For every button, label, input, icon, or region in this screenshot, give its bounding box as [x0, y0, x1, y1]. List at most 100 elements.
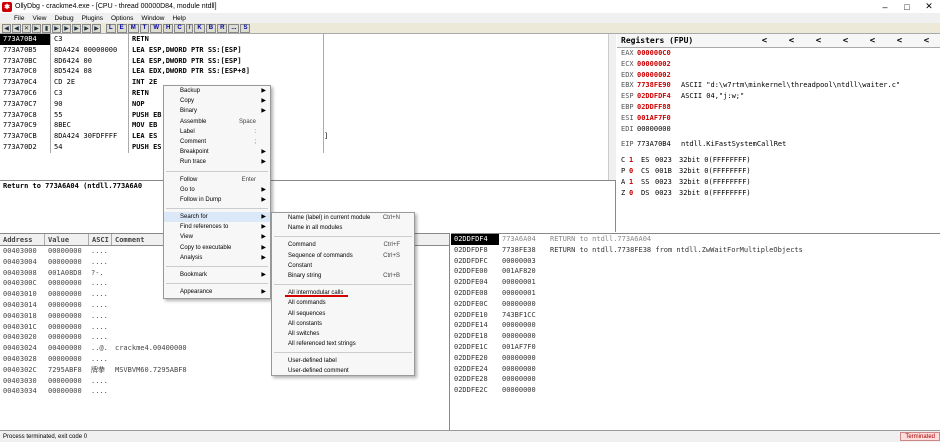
- menu-window[interactable]: Window: [137, 15, 168, 22]
- disasm-row[interactable]: 773A70C0 8D5424 08 LEA EDX,DWORD PTR SS:[E…: [0, 66, 615, 78]
- context-menu-item[interactable]: Breakpoint ▶: [164, 147, 270, 157]
- close-button[interactable]: ✕: [918, 1, 940, 13]
- dump-column-header[interactable]: Address: [0, 234, 45, 245]
- register-scroll-arrow[interactable]: <: [886, 36, 913, 46]
- toolbar-window-button[interactable]: L: [106, 23, 116, 33]
- register-row[interactable]: EBX 7738FE90 ASCII "d:\w7rtm\minkernel\thr…: [617, 80, 940, 91]
- flag-row[interactable]: Z 0 DS 0023 32bit 0(FFFFFFFF): [617, 188, 940, 199]
- register-scroll-arrow[interactable]: <: [913, 36, 940, 46]
- toolbar-button[interactable]: ▶: [62, 23, 71, 33]
- toolbar-window-button[interactable]: /: [185, 23, 194, 33]
- toolbar-button[interactable]: ▶: [32, 23, 41, 33]
- context-menu-item[interactable]: Comment;: [164, 137, 270, 147]
- toolbar-window-button[interactable]: C: [174, 23, 185, 33]
- disasm-row[interactable]: 773A70B5 8DA424 00000000 LEA ESP,DWORD PTR…: [0, 44, 615, 56]
- context-menu-item[interactable]: Analysis ▶: [164, 253, 270, 263]
- submenu-item[interactable]: Constant: [272, 261, 414, 271]
- context-menu-item[interactable]: Bookmark ▶: [164, 270, 270, 280]
- register-scroll-arrow[interactable]: <: [832, 36, 859, 46]
- stack-row[interactable]: 02DDFE20 00000000: [451, 353, 940, 364]
- context-menu-item[interactable]: Go to ▶: [164, 185, 270, 195]
- registers-pane[interactable]: Registers (FPU) < < < < < < < EAX 000000C0 ECX 00…: [617, 34, 940, 232]
- stack-row[interactable]: 02DDFE14 00000000: [451, 320, 940, 331]
- toolbar-button[interactable]: ▶: [52, 23, 61, 33]
- register-scroll-arrow[interactable]: <: [778, 36, 805, 46]
- submenu-item[interactable]: Sequence of commands Ctrl+S: [272, 251, 414, 261]
- toolbar-window-button[interactable]: ...: [228, 23, 240, 33]
- stack-row[interactable]: 02DDFE10 743BF1CC: [451, 310, 940, 321]
- submenu-item[interactable]: All switches: [272, 329, 414, 339]
- toolbar-button[interactable]: ◀: [2, 23, 11, 33]
- context-menu-item[interactable]: Run trace ▶: [164, 157, 270, 167]
- submenu-item[interactable]: All sequences: [272, 309, 414, 319]
- disassembly-pane[interactable]: 773A70B4 C3 RETN 773A70B5 8DA424 00000000 LEA…: [0, 34, 616, 180]
- register-row[interactable]: EDI 00000000: [617, 124, 940, 135]
- register-row[interactable]: EIP 773A70B4 ntdll.KiFastSystemCallRet: [617, 139, 940, 150]
- submenu-item[interactable]: Name in all modules: [272, 223, 414, 233]
- context-menu-item[interactable]: Backup ▶: [164, 86, 270, 96]
- flag-row[interactable]: P 0 CS 001B 32bit 0(FFFFFFFF): [617, 166, 940, 177]
- submenu-item[interactable]: All commands: [272, 298, 414, 308]
- stack-row[interactable]: 02DDFE24 00000000: [451, 364, 940, 375]
- submenu-item[interactable]: Command Ctrl+F: [272, 240, 414, 250]
- toolbar-window-button[interactable]: R: [217, 23, 228, 33]
- submenu-item[interactable]: All referenced text strings: [272, 339, 414, 349]
- toolbar-window-button[interactable]: W: [150, 23, 163, 33]
- flag-row[interactable]: C 1 ES 0023 32bit 0(FFFFFFFF): [617, 155, 940, 166]
- context-menu-item[interactable]: View ▶: [164, 232, 270, 242]
- context-menu-item[interactable]: Copy to executable ▶: [164, 243, 270, 253]
- register-scroll-arrow[interactable]: <: [751, 36, 778, 46]
- toolbar-window-button[interactable]: M: [127, 23, 139, 33]
- toolbar-button[interactable]: ▮: [42, 23, 51, 33]
- disasm-row[interactable]: 773A70C7 90 NOP: [0, 98, 615, 110]
- flag-row[interactable]: A 1 SS 0023 32bit 0(FFFFFFFF): [617, 177, 940, 188]
- toolbar-window-button[interactable]: E: [116, 23, 127, 33]
- context-menu-item[interactable]: Assemble Space: [164, 117, 270, 127]
- context-menu-item[interactable]: Follow in Dump ▶: [164, 195, 270, 205]
- disasm-row[interactable]: 773A70C8 55 PUSH EB: [0, 109, 615, 121]
- toolbar-window-button[interactable]: S: [240, 23, 251, 33]
- dump-column-header[interactable]: ASCI: [89, 234, 112, 245]
- submenu-item[interactable]: User-defined label: [272, 356, 414, 366]
- stack-row[interactable]: 02DDFE2C 00000000: [451, 385, 940, 396]
- stack-row[interactable]: 02DDFDF8 7738FE38 RETURN to ntdll.7738FE38…: [451, 245, 940, 256]
- disasm-row[interactable]: 773A70C9 8BEC MOV EB: [0, 120, 615, 132]
- context-menu-item[interactable]: Follow Enter: [164, 175, 270, 185]
- disasm-row[interactable]: 773A70D2 54 PUSH ES: [0, 141, 615, 153]
- stack-row[interactable]: 02DDFE08 00000001: [451, 288, 940, 299]
- register-row[interactable]: EAX 000000C0: [617, 48, 940, 59]
- disasm-row[interactable]: 773A70BC 8D6424 00 LEA ESP,DWORD PTR SS:[E…: [0, 55, 615, 67]
- register-scroll-arrow[interactable]: <: [859, 36, 886, 46]
- context-menu-item[interactable]: Binary ▶: [164, 106, 270, 116]
- stack-row[interactable]: 02DDFDFC 00000003: [451, 256, 940, 267]
- menu-help[interactable]: Help: [168, 15, 189, 22]
- menu-options[interactable]: Options: [107, 15, 137, 22]
- stack-row[interactable]: 02DDFE18 00000000: [451, 331, 940, 342]
- toolbar-button[interactable]: ▶: [72, 23, 81, 33]
- context-menu-item[interactable]: Find references to ▶: [164, 222, 270, 232]
- submenu-item[interactable]: Binary string Ctrl+B: [272, 271, 414, 281]
- toolbar-window-button[interactable]: T: [139, 23, 150, 33]
- menu-file[interactable]: File: [0, 15, 28, 22]
- dump-row[interactable]: 00403030 00000000....: [0, 376, 449, 387]
- register-row[interactable]: ESP 02DDFDF4 ASCII 04,"j:w;": [617, 91, 940, 102]
- disasm-row[interactable]: 773A70B4 C3 RETN: [0, 34, 615, 45]
- stack-row[interactable]: 02DDFE0C 00000000: [451, 299, 940, 310]
- toolbar-button[interactable]: ▶: [92, 23, 101, 33]
- toolbar-button[interactable]: ✕: [22, 23, 31, 33]
- context-menu-item[interactable]: Search for ▶: [164, 212, 270, 223]
- dump-row[interactable]: 00403034 00000000....: [0, 386, 449, 397]
- stack-row[interactable]: 02DDFE28 00000000: [451, 374, 940, 385]
- register-row[interactable]: EDX 00000002: [617, 70, 940, 81]
- stack-pane[interactable]: 02DDFDF4 773A6A04 RETURN to ntdll.773A6A04…: [451, 233, 940, 430]
- register-row[interactable]: ECX 00000002: [617, 59, 940, 70]
- disasm-row[interactable]: 773A70C4 CD 2E INT 2E: [0, 77, 615, 88]
- context-menu-item[interactable]: Copy ▶: [164, 96, 270, 106]
- register-row[interactable]: ESI 001AF7F0: [617, 113, 940, 124]
- minimize-button[interactable]: –: [874, 1, 896, 13]
- context-menu-item[interactable]: Label:: [164, 127, 270, 137]
- context-menu-item[interactable]: Appearance ▶: [164, 287, 270, 297]
- maximize-button[interactable]: □: [896, 1, 918, 13]
- toolbar-window-button[interactable]: K: [194, 23, 205, 33]
- register-scroll-arrow[interactable]: <: [805, 36, 832, 46]
